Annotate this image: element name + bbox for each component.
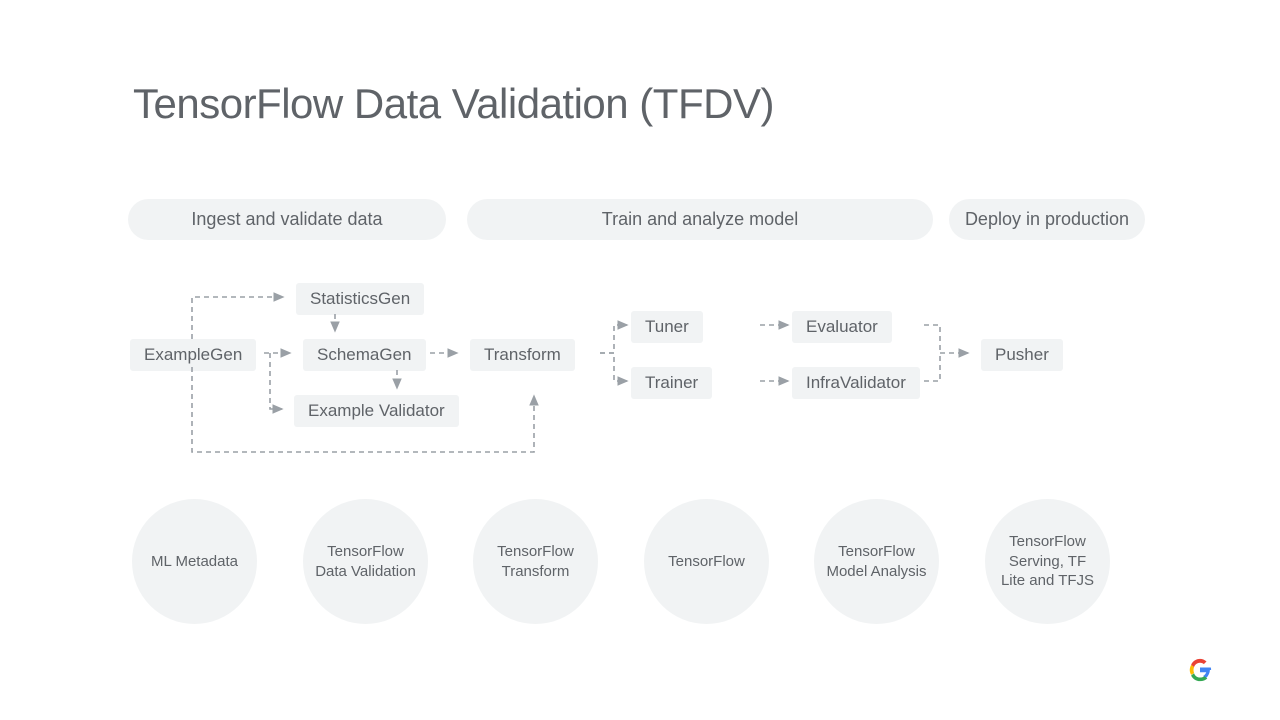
box-evaluator: Evaluator [792,311,892,343]
box-tuner: Tuner [631,311,703,343]
box-infra-validator: InfraValidator [792,367,920,399]
page-title: TensorFlow Data Validation (TFDV) [133,80,774,128]
circle-tf-transform: TensorFlow Transform [473,499,598,624]
box-pusher: Pusher [981,339,1063,371]
section-deploy: Deploy in production [949,199,1145,240]
circle-ml-metadata: ML Metadata [132,499,257,624]
circle-tensorflow: TensorFlow [644,499,769,624]
section-train: Train and analyze model [467,199,933,240]
circle-tfma: TensorFlow Model Analysis [814,499,939,624]
box-schema-gen: SchemaGen [303,339,426,371]
circle-tf-serving: TensorFlow Serving, TF Lite and TFJS [985,499,1110,624]
circle-tfdv: TensorFlow Data Validation [303,499,428,624]
box-example-gen: ExampleGen [130,339,256,371]
section-ingest: Ingest and validate data [128,199,446,240]
box-transform: Transform [470,339,575,371]
box-example-validator: Example Validator [294,395,459,427]
box-trainer: Trainer [631,367,712,399]
box-statistics-gen: StatisticsGen [296,283,424,315]
google-cloud-icon [1185,655,1215,685]
